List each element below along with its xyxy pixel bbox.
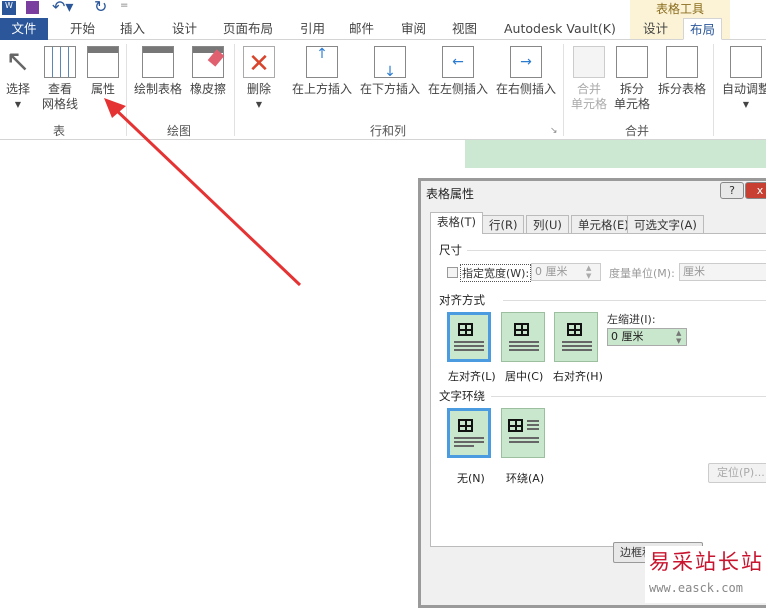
watermark: 易采站长站 www.easck.com bbox=[645, 546, 766, 603]
unit-label: 度量单位(M): bbox=[609, 267, 675, 280]
preferred-width-label: 指定宽度(W): bbox=[460, 264, 532, 282]
positioning-button: 定位(P)... bbox=[708, 463, 766, 483]
wrap-none-option[interactable] bbox=[447, 408, 491, 458]
help-button[interactable]: ? bbox=[720, 182, 744, 199]
spinner-icon: ▲ ▼ bbox=[586, 264, 592, 280]
tab-table[interactable]: 表格(T) bbox=[430, 212, 483, 234]
table-tab-panel: 尺寸 指定宽度(W): 0 厘米 ▲ ▼ 度量单位(M): 厘米 对齐方式 左对齐… bbox=[430, 233, 766, 563]
align-right-label: 右对齐(H) bbox=[553, 370, 603, 383]
alignment-section-label: 对齐方式 bbox=[439, 293, 485, 307]
indent-label: 左缩进(I): bbox=[607, 313, 656, 326]
table-icon bbox=[458, 323, 473, 336]
watermark-text: 易采站长站 bbox=[649, 550, 764, 574]
tab-column[interactable]: 列(U) bbox=[526, 215, 569, 234]
watermark-url: www.easck.com bbox=[649, 581, 743, 595]
dialog-title: 表格属性 bbox=[426, 187, 475, 201]
size-section-label: 尺寸 bbox=[439, 243, 462, 257]
spinner-icon[interactable]: ▲ ▼ bbox=[676, 329, 681, 345]
wrap-around-label: 环绕(A) bbox=[506, 472, 545, 485]
align-left-label: 左对齐(L) bbox=[448, 370, 496, 383]
divider bbox=[467, 250, 766, 251]
align-center-option[interactable] bbox=[501, 312, 545, 362]
table-icon bbox=[458, 419, 473, 432]
tab-alt-text[interactable]: 可选文字(A) bbox=[627, 215, 704, 234]
close-button[interactable]: x bbox=[745, 182, 766, 199]
wrap-none-label: 无(N) bbox=[457, 472, 485, 485]
divider bbox=[503, 300, 766, 301]
indent-input[interactable]: 0 厘米 bbox=[607, 328, 687, 346]
table-icon bbox=[567, 323, 582, 336]
align-center-label: 居中(C) bbox=[505, 370, 544, 383]
table-icon bbox=[514, 323, 529, 336]
table-icon bbox=[508, 419, 523, 432]
unit-select: 厘米 bbox=[679, 263, 766, 281]
align-left-option[interactable] bbox=[447, 312, 491, 362]
divider bbox=[491, 396, 766, 397]
align-right-option[interactable] bbox=[554, 312, 598, 362]
preferred-width-checkbox[interactable] bbox=[447, 267, 458, 278]
wrap-around-option[interactable] bbox=[501, 408, 545, 458]
wrapping-section-label: 文字环绕 bbox=[439, 389, 485, 403]
tab-row[interactable]: 行(R) bbox=[482, 215, 525, 234]
table-properties-dialog: 表格属性 ? x 表格(T) 行(R) 列(U) 单元格(E) 可选文字(A) … bbox=[418, 178, 766, 608]
